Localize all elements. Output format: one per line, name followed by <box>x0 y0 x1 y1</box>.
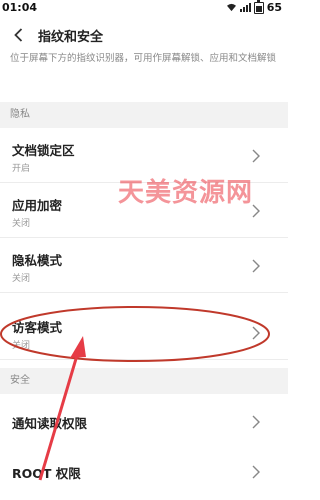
row-status: 关闭 <box>12 219 31 229</box>
chevron-right-icon <box>252 149 260 163</box>
row-status: 关闭 <box>12 274 31 284</box>
section-header-security: 安全 <box>0 368 288 394</box>
chevron-right-icon <box>252 326 260 340</box>
chevron-right-icon <box>252 259 260 273</box>
section-header-privacy: 隐私 <box>0 102 288 128</box>
settings-row-root-permission[interactable]: ROOT 权限 <box>0 444 288 500</box>
status-time: 01:04 <box>2 1 38 14</box>
row-label: 应用加密 <box>12 198 63 213</box>
row-label: ROOT 权限 <box>12 466 81 481</box>
top-bar: 指纹和安全 <box>0 16 288 54</box>
signal-icon <box>239 3 251 12</box>
row-status: 关闭 <box>12 341 31 351</box>
settings-row-privacy-mode[interactable]: 隐私模式 关闭 <box>0 238 288 293</box>
settings-row-notification-access[interactable]: 通知读取权限 <box>0 394 288 449</box>
fingerprint-description: 位于屏幕下方的指纹识别器，可用作屏幕解锁、应用和文档解锁 <box>10 53 277 64</box>
chevron-right-icon <box>252 465 260 479</box>
settings-row-document-lock[interactable]: 文档锁定区 开启 <box>0 128 288 183</box>
settings-row-guest-mode[interactable]: 访客模式 关闭 <box>0 305 288 360</box>
row-label: 访客模式 <box>12 320 63 335</box>
chevron-right-icon <box>252 204 260 218</box>
row-label: 文档锁定区 <box>12 143 75 158</box>
back-icon[interactable] <box>4 16 32 54</box>
chevron-right-icon <box>252 415 260 429</box>
battery-level: 65 <box>266 1 282 14</box>
row-label: 通知读取权限 <box>12 416 88 431</box>
wifi-icon <box>226 3 236 12</box>
settings-row-app-encryption[interactable]: 应用加密 关闭 <box>0 183 288 238</box>
row-label: 隐私模式 <box>12 253 63 268</box>
status-icons: 65 <box>226 0 282 14</box>
page-title: 指纹和安全 <box>38 29 104 45</box>
battery-icon <box>253 0 264 14</box>
status-bar: 01:04 65 <box>0 0 288 16</box>
row-status: 开启 <box>12 164 31 174</box>
